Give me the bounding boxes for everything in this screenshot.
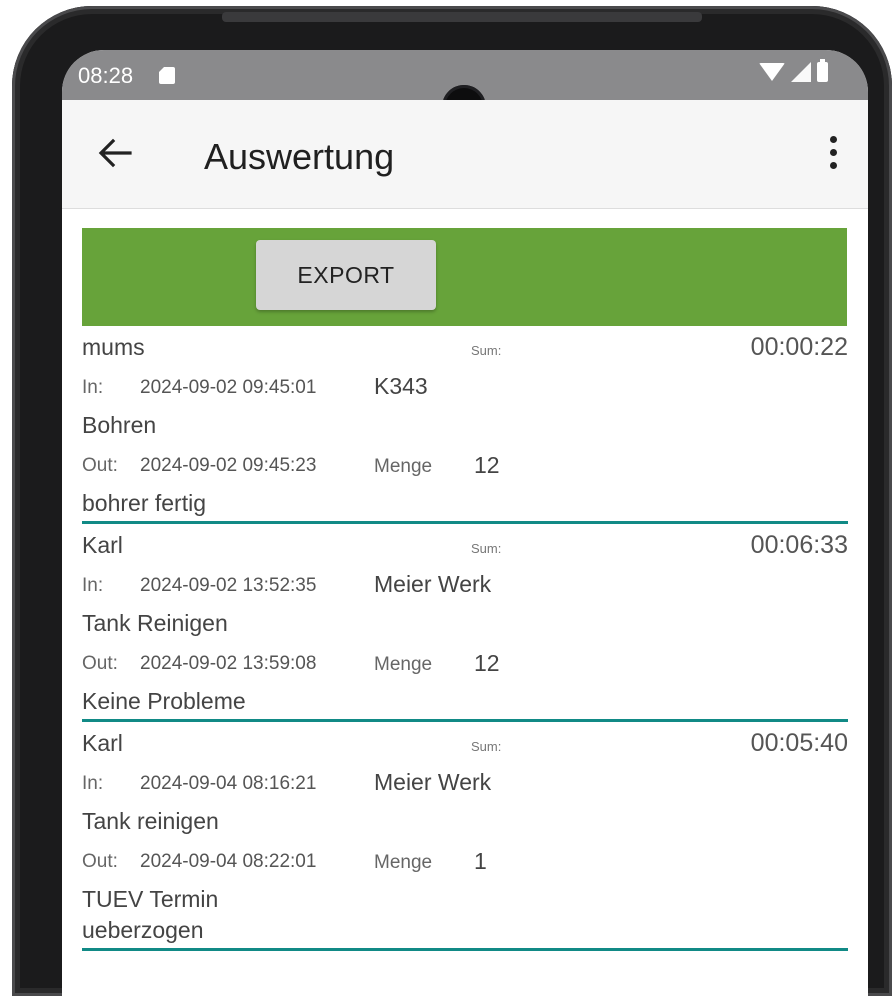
- phone-frame: 08:28 Auswertung EXPORT mums Sum: 00:00:…: [12, 6, 892, 1000]
- record-menge: 12: [474, 650, 500, 676]
- record-task: Bohren: [82, 412, 157, 438]
- record-name: mums: [82, 334, 145, 360]
- device-screen: 08:28 Auswertung EXPORT mums Sum: 00:00:…: [62, 50, 868, 1000]
- record-header-row: mums Sum: 00:00:22: [82, 326, 848, 365]
- record-name: Karl: [82, 730, 123, 756]
- menge-label: Menge: [374, 456, 433, 477]
- record-out-time: 2024-09-04 08:22:01: [140, 851, 317, 872]
- app-bar: Auswertung: [62, 100, 868, 209]
- record-header-row: Karl Sum: 00:06:33: [82, 524, 848, 563]
- record-comment: bohrer fertig: [82, 490, 207, 516]
- in-label: In:: [82, 773, 104, 794]
- out-label: Out:: [82, 653, 118, 674]
- sum-label: Sum:: [471, 541, 502, 556]
- record-menge: 12: [474, 452, 500, 478]
- record-in-row: In: 2024-09-02 09:45:01 K343: [82, 365, 848, 404]
- record-location: K343: [374, 373, 428, 399]
- record-out-row: Out: 2024-09-02 13:59:08 Menge 12: [82, 641, 848, 680]
- sum-label: Sum:: [471, 343, 502, 358]
- out-label: Out:: [82, 851, 118, 872]
- record-header-row: Karl Sum: 00:05:40: [82, 722, 848, 761]
- record-in-time: 2024-09-02 13:52:35: [140, 575, 317, 596]
- export-toolbar: EXPORT: [82, 228, 847, 326]
- out-label: Out:: [82, 455, 118, 476]
- page-title: Auswertung: [204, 136, 395, 177]
- record-in-row: In: 2024-09-04 08:16:21 Meier Werk: [82, 761, 848, 800]
- record-location: Meier Werk: [374, 571, 492, 597]
- sd-card-icon: [159, 67, 175, 84]
- record-out-row: Out: 2024-09-04 08:22:01 Menge 1: [82, 839, 848, 878]
- record-menge: 1: [474, 848, 487, 874]
- battery-icon: [817, 59, 828, 82]
- more-vertical-icon[interactable]: [828, 136, 838, 172]
- record-task-row: Bohren: [82, 404, 848, 443]
- record-task: Tank Reinigen: [82, 610, 228, 636]
- export-button[interactable]: EXPORT: [256, 240, 436, 310]
- record-out-time: 2024-09-02 13:59:08: [140, 653, 317, 674]
- status-time: 08:28: [78, 63, 134, 88]
- list-item[interactable]: Karl Sum: 00:05:40 In: 2024-09-04 08:16:…: [82, 722, 848, 951]
- record-in-time: 2024-09-02 09:45:01: [140, 377, 317, 398]
- record-duration: 00:00:22: [750, 333, 848, 361]
- record-task: Tank reinigen: [82, 808, 219, 834]
- menge-label: Menge: [374, 654, 433, 675]
- status-icons: [759, 59, 828, 82]
- signal-icon: [791, 62, 811, 82]
- record-comment: Keine Probleme: [82, 688, 246, 714]
- list-item[interactable]: mums Sum: 00:00:22 In: 2024-09-02 09:45:…: [82, 326, 848, 524]
- phone-frame-edge: [222, 12, 702, 22]
- list-item[interactable]: Karl Sum: 00:06:33 In: 2024-09-02 13:52:…: [82, 524, 848, 722]
- record-task-row: Tank Reinigen: [82, 602, 848, 641]
- record-location: Meier Werk: [374, 769, 492, 795]
- record-name: Karl: [82, 532, 123, 558]
- in-label: In:: [82, 575, 104, 596]
- records-list: mums Sum: 00:00:22 In: 2024-09-02 09:45:…: [62, 326, 868, 951]
- record-out-time: 2024-09-02 09:45:23: [140, 455, 317, 476]
- record-in-row: In: 2024-09-02 13:52:35 Meier Werk: [82, 563, 848, 602]
- record-comment: TUEV Termin ueberzogen: [82, 886, 219, 943]
- record-duration: 00:06:33: [750, 531, 848, 559]
- record-out-row: Out: 2024-09-02 09:45:23 Menge 12: [82, 443, 848, 482]
- record-in-time: 2024-09-04 08:16:21: [140, 773, 317, 794]
- wifi-icon: [759, 63, 785, 81]
- record-task-row: Tank reinigen: [82, 800, 848, 839]
- sum-label: Sum:: [471, 739, 502, 754]
- in-label: In:: [82, 377, 104, 398]
- record-duration: 00:05:40: [750, 729, 848, 757]
- arrow-left-icon[interactable]: [98, 138, 132, 168]
- menge-label: Menge: [374, 852, 433, 873]
